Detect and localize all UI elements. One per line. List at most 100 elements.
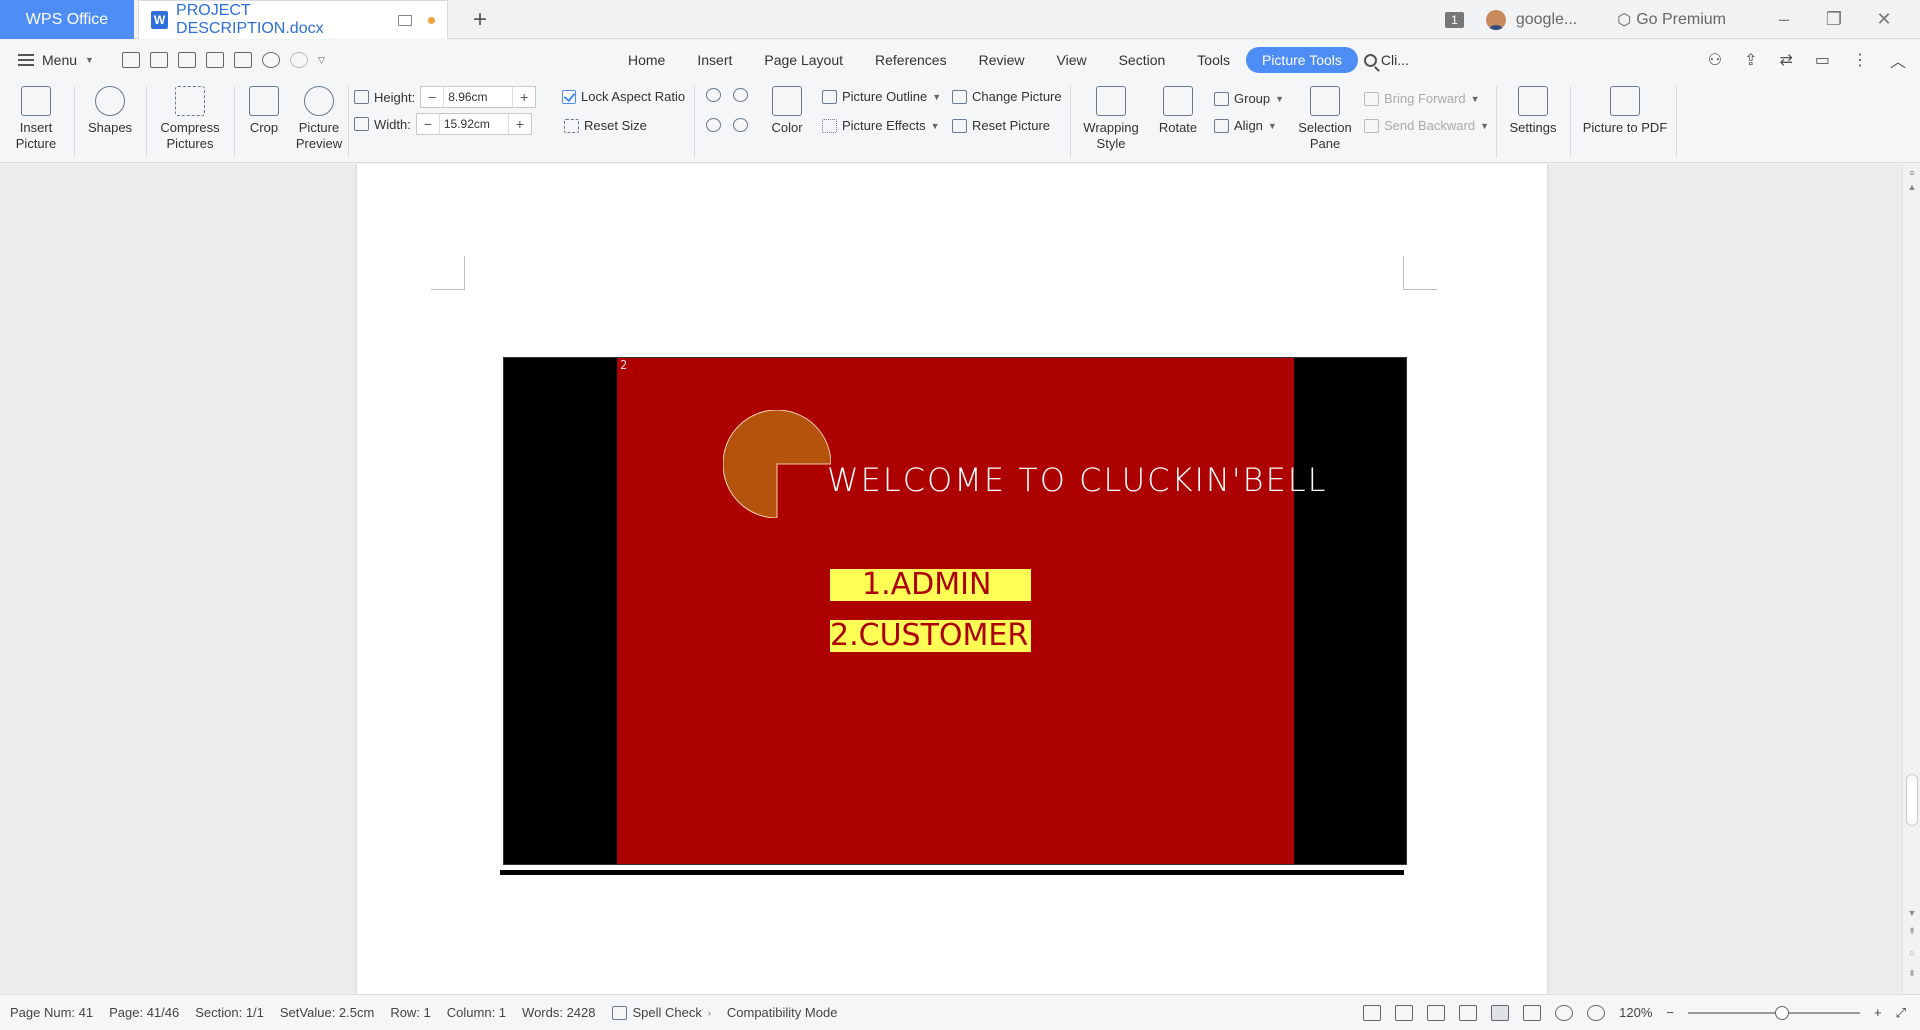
reset-picture-button[interactable]: Reset Picture bbox=[952, 118, 1050, 133]
height-stepper[interactable]: − 8.96cm + bbox=[420, 86, 537, 108]
change-picture-button[interactable]: Change Picture bbox=[952, 89, 1062, 104]
lock-aspect-ratio-checkbox[interactable]: Lock Aspect Ratio bbox=[562, 89, 685, 104]
tab-picture-tools[interactable]: Picture Tools bbox=[1245, 47, 1358, 73]
output-icon[interactable] bbox=[1395, 1004, 1414, 1021]
prev-page-icon[interactable]: ⇞ bbox=[1903, 926, 1920, 937]
redo-icon[interactable] bbox=[289, 52, 308, 68]
search-command[interactable]: Cli... bbox=[1363, 52, 1409, 68]
page-num-status[interactable]: Page Num: 41 bbox=[10, 1005, 93, 1020]
width-decrease-button[interactable]: − bbox=[417, 116, 439, 132]
fit-window-icon[interactable]: ⤢ bbox=[1896, 1005, 1906, 1021]
rotate-button[interactable]: Rotate bbox=[1150, 86, 1206, 136]
document-page[interactable]: 2 WELCOME TO CLUCKIN'BELL 1.ADMIN 2.CUST… bbox=[357, 164, 1547, 994]
width-stepper[interactable]: − 15.92cm + bbox=[415, 113, 532, 135]
fullscreen-icon[interactable] bbox=[1427, 1004, 1446, 1021]
width-input[interactable]: 15.92cm bbox=[438, 114, 509, 134]
tab-review[interactable]: Review bbox=[963, 47, 1041, 73]
zoom-out-icon[interactable]: − bbox=[1666, 1005, 1674, 1020]
next-page-icon[interactable]: ⇟ bbox=[1903, 968, 1920, 979]
open-folder-icon[interactable] bbox=[121, 52, 140, 68]
share-user-icon[interactable]: ⚇ bbox=[1708, 50, 1722, 70]
tab-view[interactable]: View bbox=[1041, 47, 1103, 73]
brightness-up-icon[interactable] bbox=[706, 88, 721, 102]
send-backward-button[interactable]: Send Backward ▼ bbox=[1364, 118, 1489, 133]
restore-icon[interactable]: ❐ bbox=[1814, 9, 1854, 30]
words-status[interactable]: Words: 2428 bbox=[522, 1005, 595, 1020]
tab-insert[interactable]: Insert bbox=[681, 47, 748, 73]
tab-home[interactable]: Home bbox=[612, 47, 681, 73]
section-status[interactable]: Section: 1/1 bbox=[195, 1005, 264, 1020]
minimize-icon[interactable]: – bbox=[1764, 9, 1804, 30]
wrapping-style-button[interactable]: Wrapping Style bbox=[1080, 86, 1142, 152]
browse-object-icon[interactable]: ○ bbox=[1903, 948, 1920, 958]
tab-section[interactable]: Section bbox=[1103, 47, 1182, 73]
page-view-icon[interactable] bbox=[1491, 1004, 1510, 1021]
sync-icon[interactable]: ⇄ bbox=[1779, 50, 1792, 70]
outline-view-icon[interactable] bbox=[1523, 1004, 1542, 1021]
group-button[interactable]: Group ▼ bbox=[1214, 91, 1284, 106]
zoom-slider[interactable] bbox=[1688, 1005, 1860, 1020]
undo-icon[interactable] bbox=[261, 52, 280, 68]
go-premium-button[interactable]: ⬡ Go Premium bbox=[1617, 10, 1726, 30]
export-icon[interactable]: ⇪ bbox=[1744, 50, 1757, 70]
picture-outline-button[interactable]: Picture Outline ▼ bbox=[822, 89, 941, 104]
settings-button[interactable]: Settings bbox=[1504, 86, 1562, 136]
more-icon[interactable]: ⋮ bbox=[1852, 50, 1868, 70]
comment-icon[interactable]: ▭ bbox=[1815, 50, 1830, 70]
window-count-badge[interactable]: 1 bbox=[1445, 11, 1464, 28]
new-tab-button[interactable]: + bbox=[466, 6, 494, 34]
contrast-up-icon[interactable] bbox=[733, 88, 748, 102]
page-status[interactable]: Page: 41/46 bbox=[109, 1005, 179, 1020]
insert-picture-button[interactable]: Insert Picture bbox=[14, 86, 58, 152]
tab-references[interactable]: References bbox=[859, 47, 963, 73]
print-preview-icon[interactable] bbox=[233, 52, 252, 68]
menu-label[interactable]: Menu bbox=[42, 52, 77, 68]
chevron-down-icon[interactable]: ▼ bbox=[85, 55, 94, 65]
selection-pane-button[interactable]: Selection Pane bbox=[1294, 86, 1356, 152]
eye-protection-icon[interactable] bbox=[1587, 1004, 1606, 1021]
scroll-down-icon[interactable]: ▼ bbox=[1903, 908, 1920, 918]
print-icon[interactable] bbox=[205, 52, 224, 68]
zoom-level[interactable]: 120% bbox=[1619, 1005, 1652, 1020]
row-status[interactable]: Row: 1 bbox=[390, 1005, 430, 1020]
shapes-button[interactable]: Shapes bbox=[84, 86, 136, 136]
bring-forward-button[interactable]: Bring Forward ▼ bbox=[1364, 91, 1480, 106]
width-increase-button[interactable]: + bbox=[509, 116, 531, 132]
scroll-up-icon[interactable]: ▲ bbox=[1903, 182, 1920, 192]
web-view-icon[interactable] bbox=[1555, 1004, 1574, 1021]
compress-pictures-button[interactable]: Compress Pictures bbox=[156, 86, 224, 152]
spell-check-button[interactable]: Spell Check › bbox=[611, 1005, 711, 1020]
crop-button[interactable]: Crop bbox=[244, 86, 284, 136]
tab-tools[interactable]: Tools bbox=[1181, 47, 1246, 73]
scrollbar-thumb[interactable] bbox=[1906, 774, 1918, 826]
height-increase-button[interactable]: + bbox=[513, 89, 535, 105]
brightness-down-icon[interactable] bbox=[706, 118, 721, 132]
format-painter-icon[interactable] bbox=[177, 52, 196, 68]
picture-preview-button[interactable]: Picture Preview bbox=[292, 86, 346, 152]
save-icon[interactable] bbox=[149, 52, 168, 68]
height-decrease-button[interactable]: − bbox=[421, 89, 443, 105]
picture-to-pdf-button[interactable]: Picture to PDF bbox=[1580, 86, 1670, 136]
wps-office-tab[interactable]: WPS Office bbox=[0, 0, 134, 39]
contrast-down-icon[interactable] bbox=[733, 118, 748, 132]
zoom-slider-knob[interactable] bbox=[1775, 1005, 1789, 1020]
protect-icon[interactable] bbox=[1363, 1004, 1382, 1021]
monitor-icon[interactable] bbox=[398, 14, 412, 26]
close-icon[interactable]: ✕ bbox=[1864, 9, 1904, 30]
height-input[interactable]: 8.96cm bbox=[443, 87, 514, 107]
vertical-scrollbar[interactable]: ≡ ▲ ▼ ⇞ ○ ⇟ bbox=[1902, 164, 1920, 994]
collapse-ribbon-icon[interactable]: ︿ bbox=[1890, 48, 1906, 72]
color-button[interactable]: Color bbox=[764, 86, 810, 136]
account-name[interactable]: google... bbox=[1516, 11, 1577, 29]
picture-effects-button[interactable]: Picture Effects ▼ bbox=[822, 118, 940, 133]
hamburger-icon[interactable] bbox=[18, 54, 34, 66]
zoom-in-icon[interactable]: + bbox=[1874, 1005, 1882, 1020]
scroll-options-icon[interactable]: ≡ bbox=[1903, 168, 1920, 178]
document-tab[interactable]: W PROJECT DESCRIPTION.docx bbox=[138, 0, 448, 39]
read-mode-icon[interactable] bbox=[1459, 1004, 1478, 1021]
setvalue-status[interactable]: SetValue: 2.5cm bbox=[280, 1005, 374, 1020]
embedded-screenshot-picture[interactable]: 2 WELCOME TO CLUCKIN'BELL 1.ADMIN 2.CUST… bbox=[503, 357, 1407, 865]
reset-size-button[interactable]: Reset Size bbox=[564, 118, 647, 133]
customize-toolbar-icon[interactable]: ▽ bbox=[318, 55, 325, 66]
tab-page-layout[interactable]: Page Layout bbox=[748, 47, 859, 73]
